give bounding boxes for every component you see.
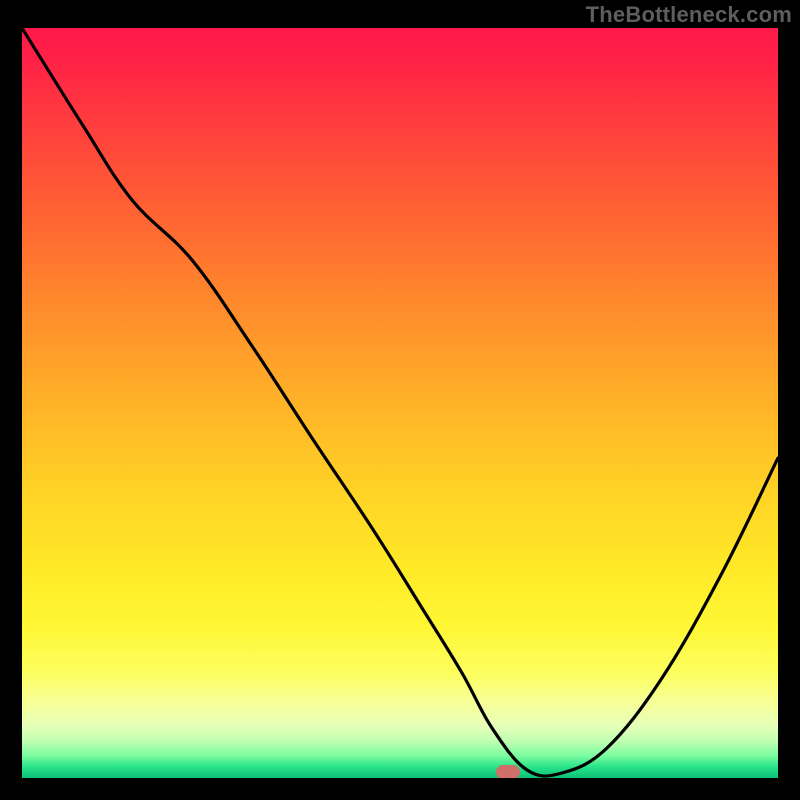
plot-area bbox=[22, 28, 778, 778]
curve-path bbox=[22, 28, 778, 776]
watermark-text: TheBottleneck.com bbox=[586, 2, 792, 28]
bottleneck-curve bbox=[22, 28, 778, 778]
chart-frame: TheBottleneck.com bbox=[0, 0, 800, 800]
optimum-marker bbox=[496, 765, 520, 778]
